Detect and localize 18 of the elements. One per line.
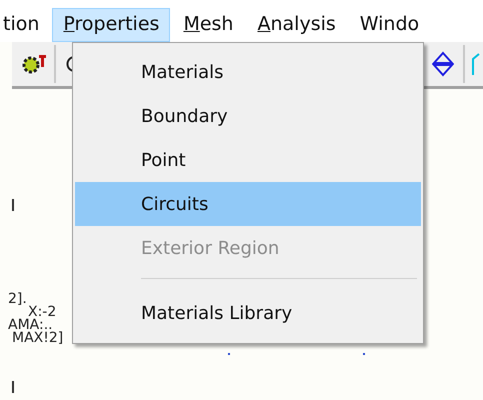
canvas-label: X:-2 xyxy=(28,306,56,319)
menu-item[interactable]: Analysis xyxy=(246,8,347,42)
point-marker xyxy=(363,353,365,355)
tick-mark xyxy=(12,199,14,211)
dropdown-item[interactable]: Point xyxy=(75,138,421,182)
point-marker xyxy=(228,353,230,355)
canvas-label: MAX!2] xyxy=(12,332,64,345)
dropdown-item[interactable]: Circuits xyxy=(75,182,421,226)
menu-item[interactable]: Windo xyxy=(348,8,430,42)
menu-item[interactable]: Mesh xyxy=(172,8,244,42)
canvas-label: 2]. xyxy=(8,293,27,306)
tick-mark xyxy=(12,381,14,393)
menu-item[interactable]: tion xyxy=(0,8,50,42)
dropdown-item[interactable]: Materials xyxy=(75,50,421,94)
dropdown-item[interactable]: Materials Library xyxy=(75,291,421,335)
menu-item[interactable]: Properties xyxy=(52,8,170,42)
dropdown-item[interactable]: Boundary xyxy=(75,94,421,138)
canvas-label: AMA:.. xyxy=(8,319,53,332)
